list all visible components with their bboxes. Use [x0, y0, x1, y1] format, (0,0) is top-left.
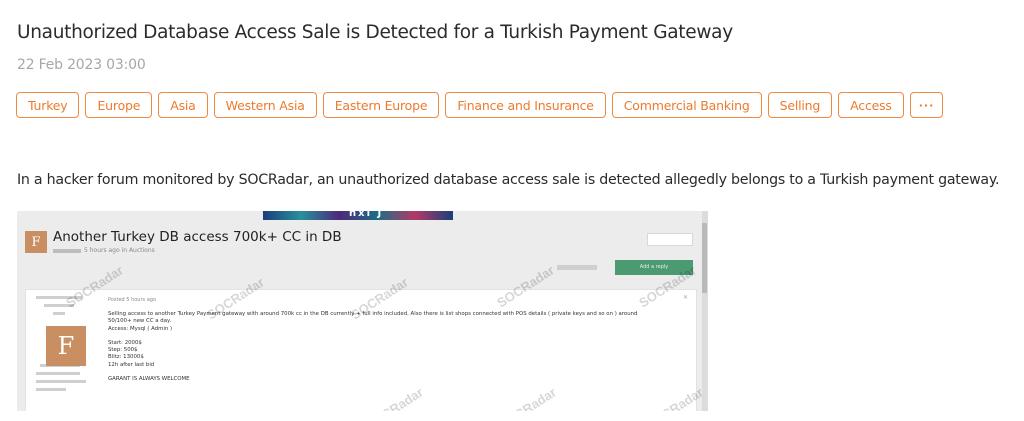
article-title: Unauthorized Database Access Sale is Det… — [17, 22, 733, 43]
thread-avatar: F — [25, 231, 47, 253]
reply-button: Add a reply — [615, 260, 693, 275]
tag-turkey[interactable]: Turkey — [16, 92, 80, 118]
tag-access[interactable]: Access — [838, 92, 904, 118]
forum-screenshot-image: nxl J F Another Turkey DB access 700k+ C… — [17, 211, 708, 411]
tag-europe[interactable]: Europe — [85, 92, 153, 118]
forum-post: F Posted 5 hours ago ✕ Selling access to… — [25, 289, 697, 411]
tag-selling[interactable]: Selling — [767, 92, 833, 118]
redacted-text — [557, 265, 597, 270]
post-body: Selling access to another Turkey Payment… — [108, 311, 638, 383]
forum-banner: nxl J — [263, 211, 453, 220]
sort-dropdown — [647, 233, 693, 246]
thread-title: Another Turkey DB access 700k+ CC in DB — [53, 229, 342, 245]
post-avatar: F — [46, 326, 86, 366]
tag-list: Turkey Europe Asia Western Asia Eastern … — [16, 92, 944, 118]
screenshot-scrollbar — [702, 211, 707, 411]
post-timestamp: Posted 5 hours ago — [108, 297, 157, 303]
article-date: 22 Feb 2023 03:00 — [17, 57, 146, 73]
banner-text: nxl J — [349, 211, 384, 219]
tag-finance-and-insurance[interactable]: Finance and Insurance — [445, 92, 606, 118]
tag-western-asia[interactable]: Western Asia — [213, 92, 317, 118]
tag-commercial-banking[interactable]: Commercial Banking — [611, 92, 762, 118]
thread-meta: 5 hours ago in Auctions — [53, 247, 155, 254]
redacted-username — [53, 248, 81, 253]
tag-eastern-europe[interactable]: Eastern Europe — [322, 92, 440, 118]
more-tags-button[interactable]: ··· — [909, 92, 944, 118]
post-options-icon: ✕ — [682, 294, 688, 301]
tag-asia[interactable]: Asia — [158, 92, 208, 118]
article-description: In a hacker forum monitored by SOCRadar,… — [17, 172, 1000, 188]
